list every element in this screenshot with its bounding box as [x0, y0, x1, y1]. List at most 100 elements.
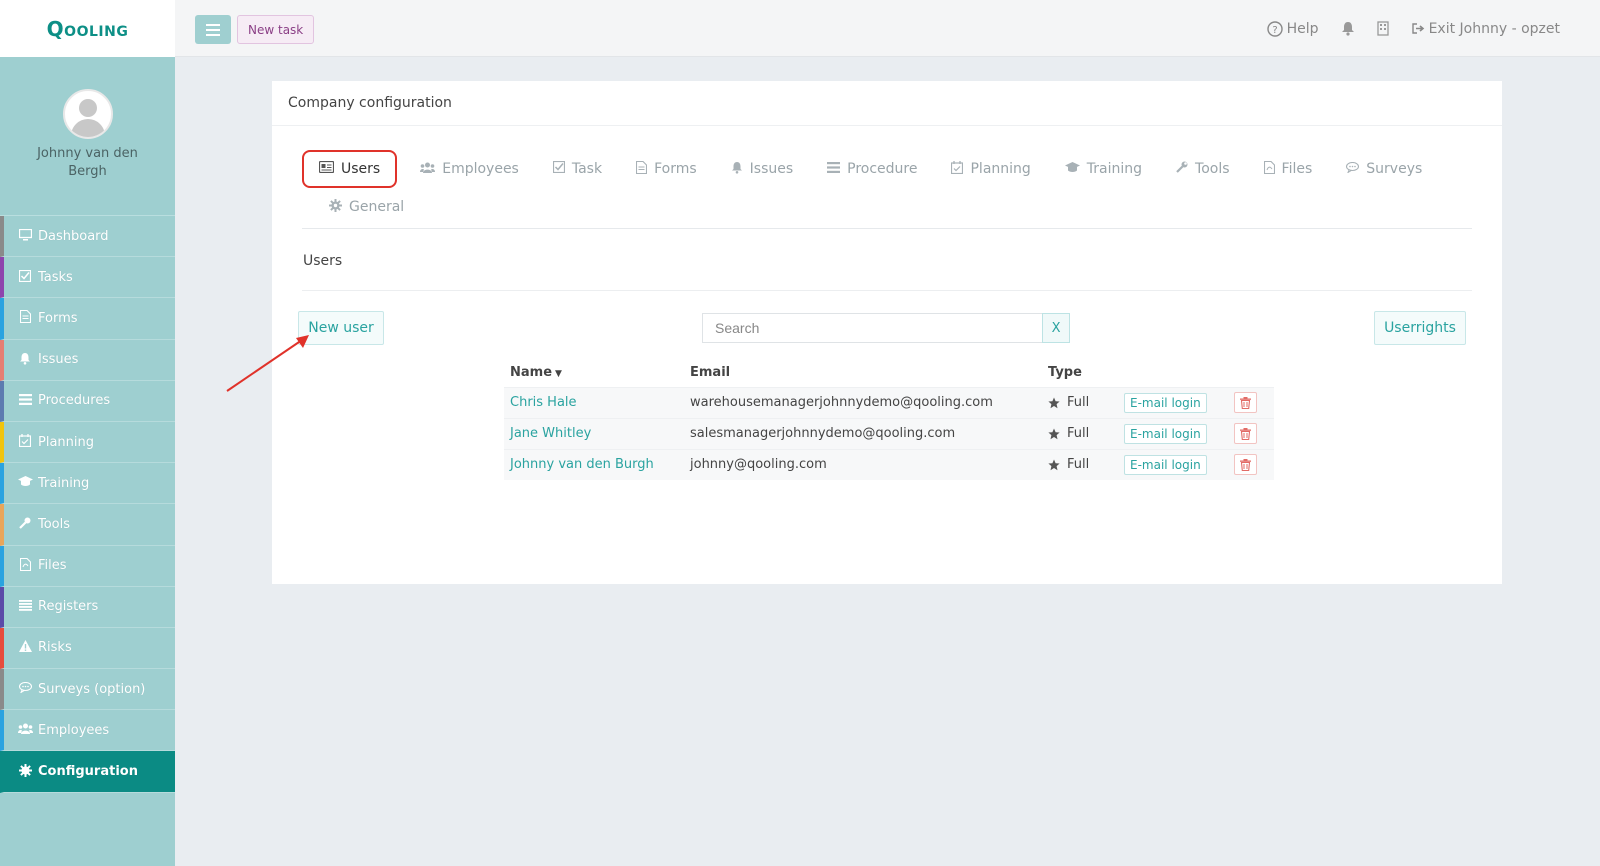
- sidebar-item-label: Issues: [38, 352, 79, 368]
- user-email: salesmanagerjohnnydemo@qooling.com: [684, 417, 1042, 449]
- email-login-button[interactable]: E-mail login: [1124, 454, 1207, 475]
- page-title: Company configuration: [272, 81, 1502, 126]
- user-type-cell: Full: [1042, 417, 1118, 449]
- gear-icon: [18, 763, 32, 780]
- file-icon: [1263, 160, 1275, 178]
- tab-training[interactable]: Training: [1048, 151, 1159, 187]
- user-name-link[interactable]: Johnny van den Burgh: [504, 448, 684, 480]
- sidebar-item-surveys-option[interactable]: Surveys (option): [0, 669, 175, 711]
- user-email: johnny@qooling.com: [684, 448, 1042, 480]
- email-login-button[interactable]: E-mail login: [1124, 392, 1207, 413]
- app-logo[interactable]: Qooling: [47, 17, 129, 41]
- tab-general[interactable]: General: [312, 189, 421, 225]
- sidebar-item-label: Tools: [38, 516, 71, 532]
- sidebar-nav: Dashboard Tasks Forms Issues Procedures Plann…: [0, 216, 175, 793]
- column-header-name[interactable]: Name ▼: [504, 359, 684, 387]
- tab-forms[interactable]: Forms: [619, 151, 714, 187]
- sidebar-item-employees[interactable]: Employees: [0, 710, 175, 752]
- avatar[interactable]: [62, 89, 113, 139]
- sidebar-item-dashboard[interactable]: Dashboard: [0, 216, 175, 258]
- wrench-icon: [18, 517, 32, 532]
- column-header-actions: [1228, 359, 1274, 387]
- actions-cell: [1228, 386, 1274, 418]
- graduation-cap-icon: [18, 476, 33, 490]
- tab-users[interactable]: Users: [302, 150, 398, 188]
- tab-files[interactable]: Files: [1247, 151, 1330, 187]
- new-task-button[interactable]: New task: [237, 15, 315, 44]
- star-icon: [1048, 397, 1060, 408]
- search-input[interactable]: [702, 313, 1043, 343]
- divider: [302, 290, 1472, 291]
- table-row: Chris Hale warehousemanagerjohnnydemo@qo…: [504, 386, 1274, 418]
- star-icon: [1048, 459, 1060, 470]
- email-login-button[interactable]: E-mail login: [1124, 423, 1207, 444]
- sidebar-item-configuration[interactable]: Configuration: [0, 751, 175, 793]
- sidebar-item-files[interactable]: Files: [0, 545, 175, 587]
- delete-user-button[interactable]: [1234, 423, 1257, 444]
- sidebar-item-label: Planning: [38, 434, 94, 450]
- header-actions: ? Help Exit Johnny - opzet: [1266, 0, 1560, 57]
- userrights-button[interactable]: Userrights: [1374, 311, 1466, 345]
- bell-icon: [1341, 22, 1354, 36]
- sidebar-item-procedures[interactable]: Procedures: [0, 380, 175, 422]
- tab-label: Forms: [654, 161, 697, 177]
- building-icon: [1376, 21, 1389, 36]
- menu-toggle-button[interactable]: [195, 15, 231, 44]
- sidebar-item-registers[interactable]: Registers: [0, 586, 175, 628]
- search-clear-button[interactable]: X: [1042, 313, 1070, 343]
- table-row: Johnny van den Burgh johnny@qooling.com …: [504, 448, 1274, 480]
- tab-surveys[interactable]: Surveys: [1329, 151, 1439, 187]
- list-icon: [827, 161, 841, 177]
- user-type: Full: [1067, 457, 1090, 473]
- tab-task[interactable]: Task: [536, 151, 619, 187]
- sidebar-item-label: Risks: [38, 640, 72, 656]
- tab-employees[interactable]: Employees: [403, 151, 536, 187]
- trash-icon: [1240, 396, 1251, 409]
- login-cell: E-mail login: [1118, 386, 1228, 418]
- sidebar-item-tasks[interactable]: Tasks: [0, 257, 175, 299]
- sidebar-item-label: Employees: [38, 722, 110, 738]
- id-card-icon: [318, 160, 335, 177]
- warning-icon: [18, 640, 32, 655]
- delete-user-button[interactable]: [1234, 454, 1257, 476]
- notifications-button[interactable]: [1341, 21, 1355, 36]
- user-name-link[interactable]: Chris Hale: [504, 386, 684, 418]
- tab-issues[interactable]: Issues: [714, 151, 811, 187]
- actions-cell: [1228, 417, 1274, 449]
- exit-button[interactable]: Exit Johnny - opzet: [1411, 21, 1560, 37]
- sidebar-item-tools[interactable]: Tools: [0, 504, 175, 546]
- bell-icon: [731, 161, 743, 178]
- logo-area[interactable]: Qooling: [0, 0, 175, 57]
- login-cell: E-mail login: [1118, 417, 1228, 449]
- help-link[interactable]: ? Help: [1266, 20, 1319, 37]
- sidebar-item-label: Files: [38, 558, 67, 574]
- user-name-link[interactable]: Jane Whitley: [504, 417, 684, 449]
- tab-tools[interactable]: Tools: [1159, 151, 1247, 187]
- document-icon: [636, 160, 648, 178]
- sidebar-item-label: Surveys (option): [38, 681, 146, 697]
- sidebar-item-planning[interactable]: Planning: [0, 421, 175, 464]
- tab-label: Issues: [749, 161, 794, 177]
- users-icon: [18, 723, 33, 737]
- tab-label: General: [349, 199, 405, 215]
- delete-user-button[interactable]: [1234, 392, 1257, 413]
- sidebar-item-training[interactable]: Training: [0, 463, 175, 505]
- building-button[interactable]: [1376, 21, 1389, 36]
- graduation-cap-icon: [1064, 161, 1080, 177]
- sidebar-item-risks[interactable]: Risks: [0, 627, 175, 670]
- svg-text:?: ?: [1272, 25, 1277, 36]
- sidebar-item-forms[interactable]: Forms: [0, 298, 175, 340]
- hamburger-icon: [206, 23, 220, 36]
- sign-out-icon: [1411, 23, 1424, 34]
- config-tabs: Users Employees Task Forms Issues Procedure Pl…: [302, 150, 1472, 225]
- column-header-email: Email: [690, 365, 731, 381]
- sidebar-item-issues[interactable]: Issues: [0, 339, 175, 381]
- table-body: Chris Hale warehousemanagerjohnnydemo@qo…: [504, 386, 1274, 480]
- tab-planning[interactable]: Planning: [934, 151, 1047, 187]
- tab-procedure[interactable]: Procedure: [810, 151, 934, 187]
- tab-row: Users Employees Task Forms Issues Procedure Pl…: [302, 150, 1472, 188]
- question-circle-icon: ?: [1266, 20, 1283, 37]
- tab-label: Training: [1086, 161, 1143, 177]
- user-profile: Johnny van den Bergh: [0, 57, 175, 216]
- file-icon: [18, 557, 32, 574]
